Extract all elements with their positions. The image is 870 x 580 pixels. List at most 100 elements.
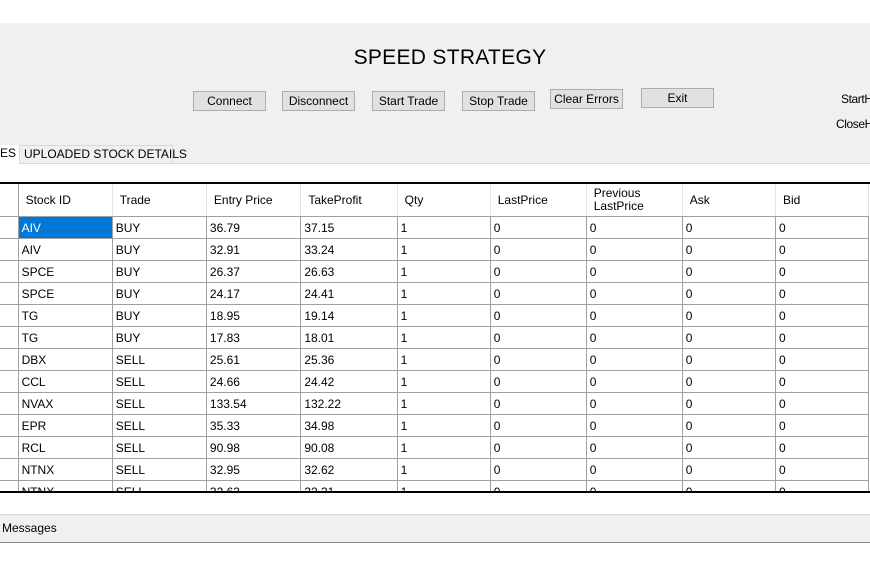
cell-take-profit[interactable]: 132.22 [300,392,398,415]
exit-button[interactable]: Exit [641,88,714,108]
table-row[interactable]: RCL SELL 90.98 90.08 1 0 0 0 0 [0,436,870,459]
row-header[interactable] [0,370,19,393]
cell-previous-last-price[interactable]: 0 [586,282,683,305]
cell-trade[interactable]: SELL [112,436,207,459]
row-header[interactable] [0,326,19,349]
cell-take-profit[interactable]: 19.14 [300,304,398,327]
cell-take-profit[interactable]: 24.42 [300,370,398,393]
cell-stock-id[interactable]: TG [18,326,113,349]
cell-trade[interactable]: SELL [112,458,207,481]
cell-trade[interactable]: SELL [112,370,207,393]
cell-last-price[interactable]: 0 [490,348,587,371]
trades-grid[interactable]: Stock ID Trade Entry Price TakeProfit Qt… [0,182,870,493]
table-row[interactable]: AIV BUY 36.79 37.15 1 0 0 0 0 [0,216,870,239]
cell-last-price[interactable]: 0 [490,326,587,349]
row-header[interactable] [0,436,19,459]
cell-trade[interactable]: BUY [112,304,207,327]
table-row[interactable]: DBX SELL 25.61 25.36 1 0 0 0 0 [0,348,870,371]
tab-trades[interactable]: ES [0,145,19,164]
cell-ask[interactable]: 0 [682,392,776,415]
cell-take-profit[interactable]: 33.24 [300,238,398,261]
cell-last-price[interactable]: 0 [490,304,587,327]
column-header-stock-id[interactable]: Stock ID [18,184,113,217]
cell-stock-id[interactable]: TG [18,304,113,327]
cell-take-profit[interactable]: 90.08 [300,436,398,459]
clear-errors-button[interactable]: Clear Errors [550,89,623,109]
stop-trade-button[interactable]: Stop Trade [462,91,535,111]
cell-ask[interactable]: 0 [682,480,776,491]
cell-bid[interactable]: 0 [775,260,870,283]
cell-ask[interactable]: 0 [682,458,776,481]
table-row[interactable]: AIV BUY 32.91 33.24 1 0 0 0 0 [0,238,870,261]
cell-bid[interactable]: 0 [775,326,870,349]
cell-ask[interactable]: 0 [682,414,776,437]
cell-stock-id[interactable]: CCL [18,370,113,393]
row-header[interactable] [0,216,19,239]
cell-take-profit[interactable]: 18.01 [300,326,398,349]
cell-qty[interactable]: 1 [397,480,491,491]
table-row[interactable]: EPR SELL 35.33 34.98 1 0 0 0 0 [0,414,870,437]
cell-qty[interactable]: 1 [397,458,491,481]
cell-last-price[interactable]: 0 [490,414,587,437]
cell-take-profit[interactable]: 32.31 [300,480,398,491]
cell-previous-last-price[interactable]: 0 [586,304,683,327]
cell-entry-price[interactable]: 26.37 [206,260,302,283]
cell-last-price[interactable]: 0 [490,238,587,261]
cell-entry-price[interactable]: 18.95 [206,304,302,327]
row-header[interactable] [0,260,19,283]
cell-bid[interactable]: 0 [775,458,870,481]
cell-qty[interactable]: 1 [397,392,491,415]
cell-bid[interactable]: 0 [775,392,870,415]
cell-entry-price[interactable]: 32.63 [206,480,302,491]
cell-entry-price[interactable]: 32.91 [206,238,302,261]
cell-qty[interactable]: 1 [397,326,491,349]
cell-entry-price[interactable]: 25.61 [206,348,302,371]
cell-trade[interactable]: BUY [112,238,207,261]
cell-qty[interactable]: 1 [397,436,491,459]
cell-previous-last-price[interactable]: 0 [586,216,683,239]
cell-trade[interactable]: SELL [112,348,207,371]
cell-stock-id[interactable]: NTNX [18,480,113,491]
cell-qty[interactable]: 1 [397,304,491,327]
row-header[interactable] [0,282,19,305]
cell-last-price[interactable]: 0 [490,458,587,481]
cell-entry-price[interactable]: 133.54 [206,392,302,415]
table-row[interactable]: NTNX SELL 32.63 32.31 1 0 0 0 0 [0,480,870,491]
cell-stock-id[interactable]: NVAX [18,392,113,415]
cell-previous-last-price[interactable]: 0 [586,238,683,261]
cell-bid[interactable]: 0 [775,414,870,437]
cell-ask[interactable]: 0 [682,216,776,239]
column-header-previous-last-price[interactable]: Previous LastPrice [586,184,683,217]
cell-bid[interactable]: 0 [775,348,870,371]
row-header[interactable] [0,238,19,261]
cell-previous-last-price[interactable]: 0 [586,370,683,393]
cell-take-profit[interactable]: 26.63 [300,260,398,283]
cell-trade[interactable]: SELL [112,392,207,415]
cell-take-profit[interactable]: 25.36 [300,348,398,371]
cell-bid[interactable]: 0 [775,370,870,393]
cell-entry-price[interactable]: 24.17 [206,282,302,305]
cell-previous-last-price[interactable]: 0 [586,348,683,371]
cell-last-price[interactable]: 0 [490,282,587,305]
cell-take-profit[interactable]: 37.15 [300,216,398,239]
cell-qty[interactable]: 1 [397,216,491,239]
row-header[interactable] [0,392,19,415]
cell-previous-last-price[interactable]: 0 [586,436,683,459]
cell-entry-price[interactable]: 90.98 [206,436,302,459]
table-row[interactable]: CCL SELL 24.66 24.42 1 0 0 0 0 [0,370,870,393]
cell-previous-last-price[interactable]: 0 [586,414,683,437]
cell-last-price[interactable]: 0 [490,480,587,491]
cell-trade[interactable]: SELL [112,414,207,437]
cell-stock-id[interactable]: AIV [18,238,113,261]
cell-qty[interactable]: 1 [397,260,491,283]
cell-ask[interactable]: 0 [682,238,776,261]
cell-stock-id[interactable]: SPCE [18,260,113,283]
cell-ask[interactable]: 0 [682,370,776,393]
cell-previous-last-price[interactable]: 0 [586,392,683,415]
table-row[interactable]: NVAX SELL 133.54 132.22 1 0 0 0 0 [0,392,870,415]
column-header-entry-price[interactable]: Entry Price [206,184,302,217]
cell-stock-id[interactable]: AIV [18,216,113,239]
cell-last-price[interactable]: 0 [490,392,587,415]
start-trade-button[interactable]: Start Trade [372,91,445,111]
cell-previous-last-price[interactable]: 0 [586,480,683,491]
